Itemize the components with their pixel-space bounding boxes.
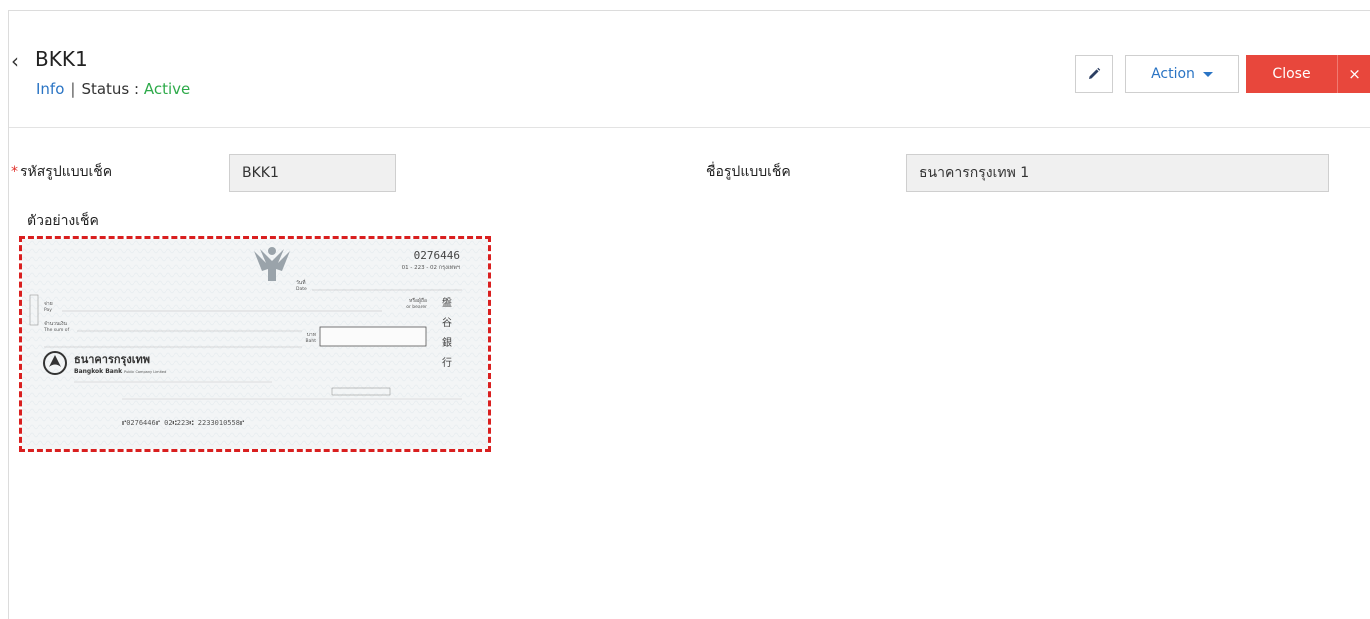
status-value: Active <box>143 80 191 98</box>
record-subline: Info | Status : Active <box>36 79 190 99</box>
sample-label: ตัวอย่างเช็ค <box>27 213 99 229</box>
check-bearer-th: หรือผู้ถือ <box>409 297 427 304</box>
check-sum-en: The sum of <box>43 327 70 333</box>
separator: | <box>70 80 76 98</box>
check-image: 0276446 01 - 223 - 02 กรุงเทพฯ วันที่ Da… <box>22 239 488 449</box>
code-label: * รหัสรูปแบบเช็ค <box>11 163 112 181</box>
status-label: Status <box>81 80 130 98</box>
pencil-icon <box>1089 67 1101 79</box>
caret-down-icon <box>1202 71 1213 77</box>
check-sum-th: จำนวนเงิน <box>44 320 68 327</box>
check-bank-name-th: ธนาคารกรุงเทพ <box>74 353 150 367</box>
required-mark: * <box>11 164 18 180</box>
check-date-en: Date <box>296 286 307 292</box>
check-side-char-3: 銀 <box>442 336 452 349</box>
check-sample-frame: 0276446 01 - 223 - 02 กรุงเทพฯ วันที่ Da… <box>19 236 491 452</box>
name-label: ชื่อรูปแบบเช็ค <box>706 164 791 180</box>
info-link[interactable]: Info <box>36 80 64 98</box>
code-field[interactable]: BKK1 <box>229 154 396 192</box>
code-label-text: รหัสรูปแบบเช็ค <box>20 164 113 180</box>
back-chevron-icon[interactable]: ‹ <box>11 51 19 71</box>
check-pay-th: จ่าย <box>44 301 53 307</box>
check-bearer-en: or bearer <box>406 304 427 310</box>
check-bank-name-suffix: Public Company Limited <box>124 370 166 374</box>
check-baht-en: Baht <box>306 338 317 344</box>
close-button[interactable]: Close <box>1246 55 1337 93</box>
check-baht-th: บาท <box>307 332 316 338</box>
check-branch-code: 01 - 223 - 02 กรุงเทพฯ <box>402 264 460 271</box>
check-number: 0276446 <box>414 249 460 262</box>
name-field[interactable]: ธนาคารกรุงเทพ 1 <box>906 154 1329 192</box>
action-label: Action <box>1151 66 1195 82</box>
check-date-th: วันที่ <box>296 279 306 286</box>
record-panel: ‹ BKK1 Info | Status : Active Action Close… <box>8 10 1370 619</box>
check-side-char-2: 谷 <box>442 317 452 329</box>
action-dropdown-button[interactable]: Action <box>1125 55 1239 93</box>
close-x-button[interactable]: × <box>1337 55 1370 93</box>
check-side-char-4: 行 <box>442 356 452 369</box>
edit-button[interactable] <box>1075 55 1113 93</box>
page-title: BKK1 <box>35 47 88 71</box>
status-colon: : <box>134 80 140 98</box>
check-bank-name-en: Bangkok Bank <box>74 368 123 375</box>
check-micr-line: ⑈0276446⑈ 02⑆223⑆ 2233010558⑈ <box>122 419 244 427</box>
check-pay-en: Pay <box>44 307 52 313</box>
record-header: ‹ BKK1 Info | Status : Active Action Close… <box>9 11 1370 128</box>
check-side-char-1: 盤 <box>442 296 452 309</box>
